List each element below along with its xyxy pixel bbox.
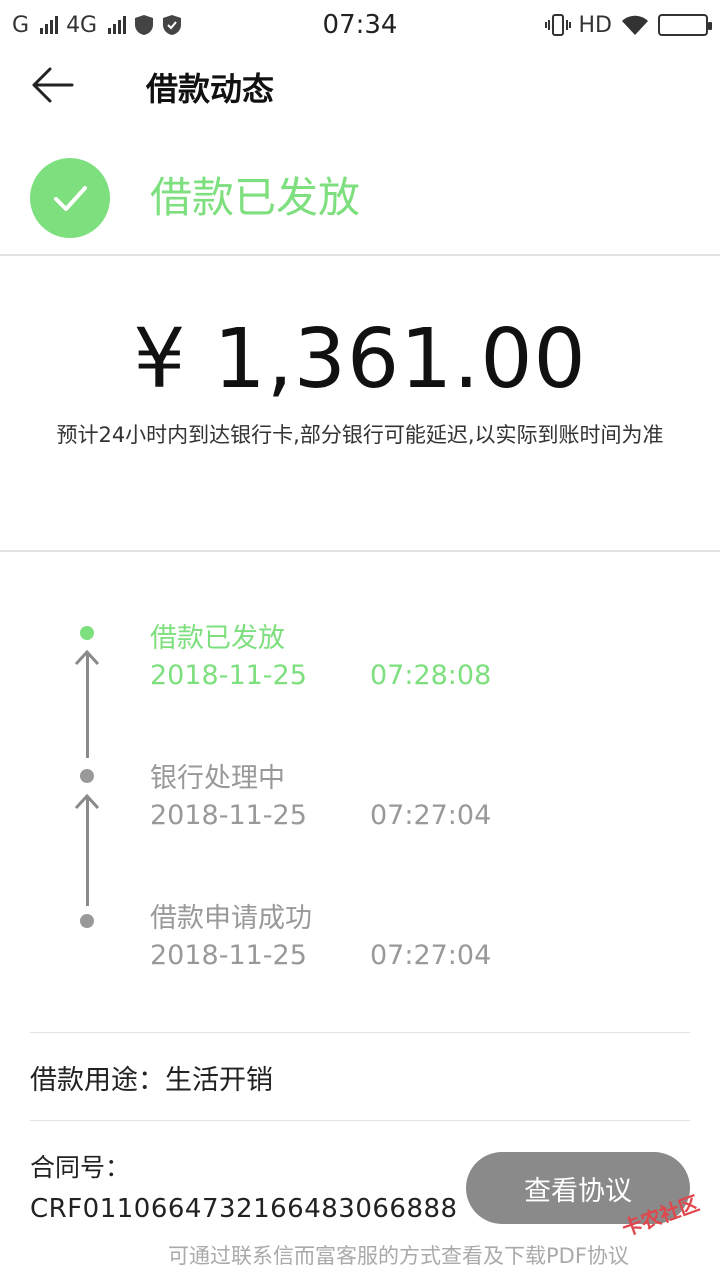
- loan-purpose: 借款用途：生活开销: [30, 1065, 273, 1096]
- timeline-step-time: 07:27:04: [370, 800, 492, 831]
- shield-check-icon: [163, 15, 182, 35]
- wifi-icon: [622, 15, 648, 35]
- status-banner: 借款已发放: [0, 120, 720, 254]
- loan-amount: ¥ 1,361.00: [133, 312, 587, 407]
- timeline-dot: [80, 914, 94, 928]
- check-circle-icon: [30, 158, 110, 238]
- signal-icon-2: [108, 16, 127, 34]
- battery-icon: [658, 14, 712, 36]
- divider: [0, 254, 720, 256]
- status-left: G 4G: [12, 13, 182, 38]
- timeline: 借款已发放 2018-11-25 07:28:08 银行处理中 2018-11-…: [0, 552, 720, 1032]
- timeline-step-title: 借款已发放: [150, 623, 285, 654]
- contract-label: 合同号：: [30, 1153, 131, 1182]
- status-label: 借款已发放: [150, 173, 361, 222]
- footnote: 可通过联系信而富客服的方式查看及下载PDF协议: [168, 1244, 629, 1268]
- timeline-step-date: 2018-11-25: [150, 940, 307, 971]
- timeline-dot: [80, 769, 94, 783]
- arrival-notice: 预计24小时内到达银行卡,部分银行可能延迟,以实际到账时间为准: [56, 423, 664, 447]
- status-right: HD: [544, 12, 712, 38]
- divider: [30, 1032, 690, 1033]
- divider: [30, 1120, 690, 1121]
- status-bar: G 4G 07:34 HD: [0, 0, 720, 50]
- status-time: 07:34: [322, 10, 398, 40]
- timeline-step-title: 借款申请成功: [150, 903, 312, 934]
- timeline-line: [86, 798, 89, 906]
- timeline-step-title: 银行处理中: [150, 763, 285, 794]
- hd-label: HD: [578, 12, 612, 38]
- vibrate-icon: [544, 14, 571, 36]
- contract-number: CRF0110664732166483066888: [30, 1194, 458, 1224]
- page-title: 借款动态: [146, 70, 275, 108]
- timeline-step-time: 07:27:04: [370, 940, 492, 971]
- timeline-step-time: 07:28:08: [370, 660, 492, 691]
- timeline-line: [86, 654, 89, 758]
- timeline-step-date: 2018-11-25: [150, 800, 307, 831]
- shield-icon: [135, 15, 154, 35]
- back-arrow-icon[interactable]: [28, 64, 78, 106]
- signal-icon: [40, 16, 59, 34]
- timeline-step-date: 2018-11-25: [150, 660, 307, 691]
- carrier-label: G: [12, 12, 30, 38]
- timeline-dot-active: [80, 626, 94, 640]
- network-label: 4G: [66, 12, 98, 38]
- header: 借款动态: [0, 50, 720, 120]
